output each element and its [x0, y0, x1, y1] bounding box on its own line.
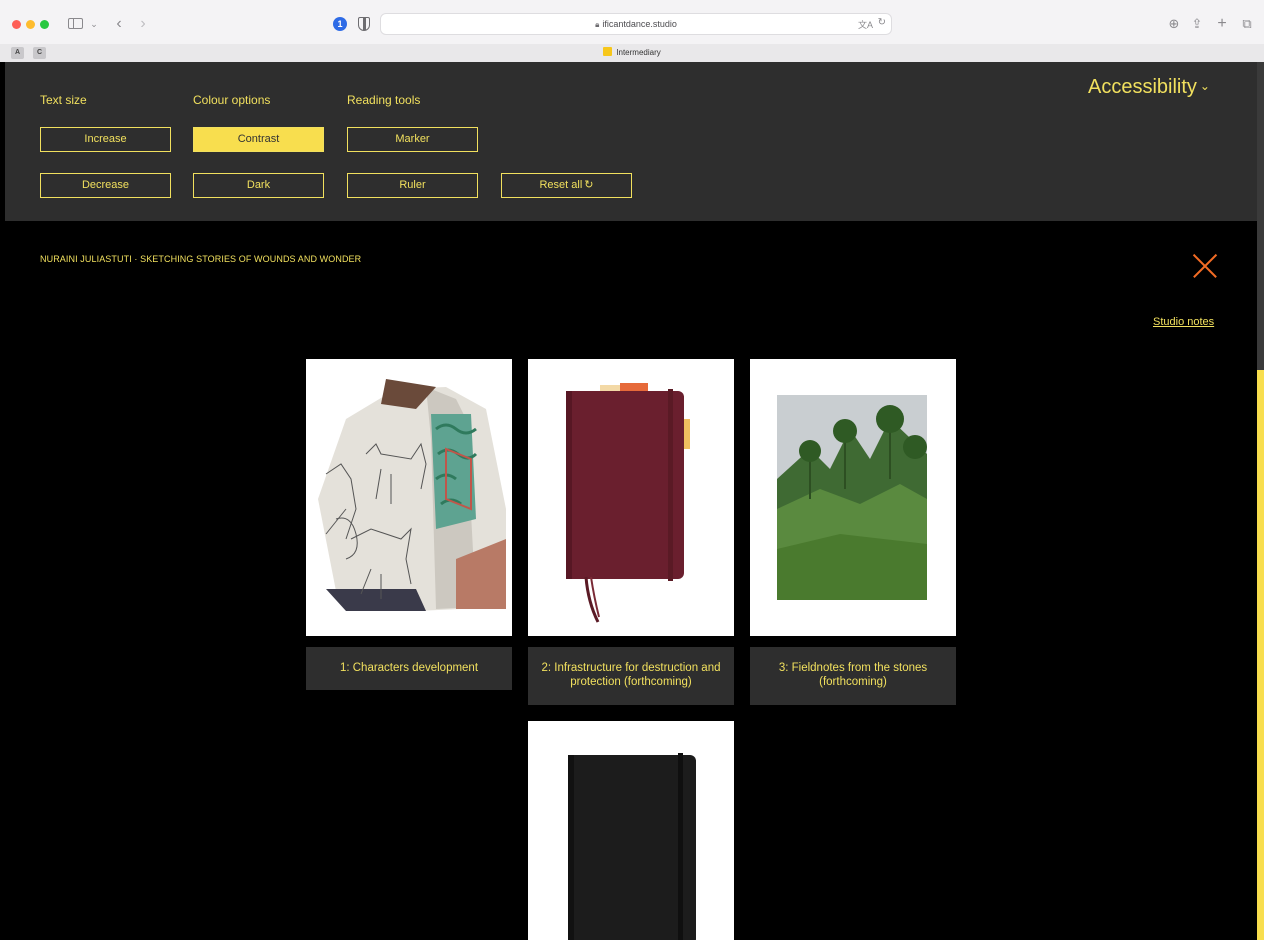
main-content: NURAINI JULIASTUTI · SKETCHING STORIES O… — [5, 221, 1257, 940]
browser-chrome: ⌄ ‹ › 1 🔒︎ ificantdance.studio 文A ↻ ⊕ ⇪ +… — [0, 0, 1264, 62]
back-icon[interactable]: ‹ — [112, 15, 126, 33]
marker-button[interactable]: Marker — [347, 127, 478, 152]
card-image-fieldnotes[interactable] — [750, 359, 956, 636]
contrast-button[interactable]: Contrast — [193, 127, 324, 152]
ruler-button[interactable]: Ruler — [347, 173, 478, 198]
page-title: NURAINI JULIASTUTI · SKETCHING STORIES O… — [40, 254, 362, 264]
forward-icon[interactable]: › — [136, 15, 150, 33]
burgundy-notebook-image — [566, 383, 690, 623]
tab-bar: A C Intermediary — [0, 44, 1264, 62]
card-image-black-notebook[interactable] — [528, 721, 734, 940]
accessibility-toggle[interactable]: Accessibility ⌄ — [1088, 76, 1210, 99]
tab-overview-icon[interactable]: ⧉ — [1240, 15, 1254, 33]
download-icon[interactable]: ⊕ — [1166, 15, 1182, 33]
card-image-infrastructure[interactable] — [528, 359, 734, 636]
card-caption[interactable]: 2: Infrastructure for destruction and pr… — [528, 647, 734, 705]
reload-icon[interactable]: ↻ — [878, 17, 886, 28]
card-caption[interactable]: 3: Fieldnotes from the stones (forthcomi… — [750, 647, 956, 705]
scrollbar-upper — [1257, 62, 1264, 370]
url-display: 🔒︎ ificantdance.studio — [381, 14, 891, 34]
address-bar[interactable]: 🔒︎ ificantdance.studio 文A ↻ — [380, 13, 892, 35]
active-tab[interactable]: Intermediary — [0, 44, 1264, 62]
new-tab-icon[interactable]: + — [1215, 15, 1229, 33]
colour-options-heading: Colour options — [193, 93, 271, 107]
chevron-down-icon[interactable]: ⌄ — [89, 15, 99, 33]
text-size-heading: Text size — [40, 93, 87, 107]
close-window-button[interactable] — [12, 20, 21, 29]
decrease-button[interactable]: Decrease — [40, 173, 171, 198]
reset-all-label: Reset all — [539, 179, 583, 191]
accessibility-toggle-label: Accessibility — [1088, 76, 1197, 98]
black-notebook-image — [568, 753, 696, 940]
increase-button[interactable]: Increase — [40, 127, 171, 152]
card-image-characters-development[interactable] — [306, 359, 512, 636]
password-manager-icon[interactable]: 1 — [333, 17, 347, 31]
maximize-window-button[interactable] — [40, 20, 49, 29]
privacy-shield-icon[interactable] — [358, 17, 370, 31]
share-icon[interactable]: ⇪ — [1190, 15, 1204, 33]
close-icon[interactable] — [1193, 254, 1217, 278]
sidebar-toggle-icon[interactable] — [68, 15, 84, 33]
browser-toolbar: ⌄ ‹ › 1 🔒︎ ificantdance.studio 文A ↻ ⊕ ⇪ +… — [0, 0, 1264, 44]
translate-icon[interactable]: 文A — [858, 18, 873, 31]
landscape-photo-image — [777, 395, 927, 600]
sketchbook-image — [318, 379, 506, 611]
dark-button[interactable]: Dark — [193, 173, 324, 198]
lock-icon: 🔒︎ — [595, 20, 600, 29]
minimize-window-button[interactable] — [26, 20, 35, 29]
chevron-down-icon: ⌄ — [1199, 79, 1210, 93]
accessibility-panel: Text size Colour options Reading tools I… — [5, 62, 1257, 221]
reset-all-button[interactable]: Reset all ↻ — [501, 173, 632, 198]
scrollbar-thumb[interactable] — [1257, 370, 1264, 940]
studio-notes-link[interactable]: Studio notes — [1153, 316, 1214, 328]
favicon-icon — [603, 47, 613, 56]
card-caption[interactable]: 1: Characters development — [306, 647, 512, 690]
reset-icon: ↻ — [584, 179, 594, 191]
tab-title: Intermediary — [616, 48, 661, 57]
reading-tools-heading: Reading tools — [347, 93, 421, 107]
url-text: ificantdance.studio — [602, 19, 677, 29]
